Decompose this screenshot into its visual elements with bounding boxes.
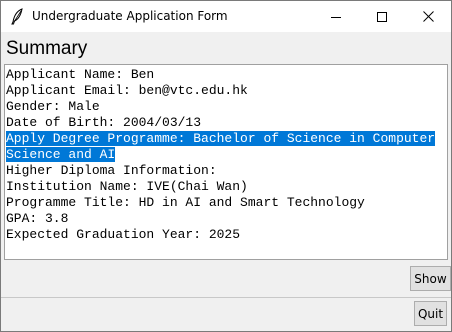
summary-line: Institution Name: IVE(Chai Wan) [6,179,248,194]
summary-line: Applicant Email: ben@vtc.edu.hk [6,83,248,98]
summary-lines: Applicant Name: Ben Applicant Email: ben… [6,67,446,243]
show-button[interactable]: Show [410,266,451,291]
application-window: Undergraduate Application Form Summary A… [0,0,452,332]
summary-line: Applicant Name: Ben [6,67,155,82]
summary-line: Gender: Male [6,99,100,114]
quit-button[interactable]: Quit [414,301,447,326]
summary-heading: Summary [6,38,88,59]
close-icon [422,11,434,22]
summary-line-selected: Science and AI [6,147,116,162]
divider [1,297,451,298]
summary-text-area[interactable]: Applicant Name: Ben Applicant Email: ben… [4,64,448,260]
feather-icon [10,8,24,25]
summary-line: GPA: 3.8 [6,211,69,226]
minimize-icon [331,12,341,22]
maximize-icon [377,11,387,22]
maximize-button[interactable] [359,1,405,32]
title-bar[interactable]: Undergraduate Application Form [1,1,451,32]
window-title: Undergraduate Application Form [32,9,228,23]
summary-line: Higher Diploma Information: [6,163,217,178]
close-button[interactable] [405,1,451,32]
summary-line: Programme Title: HD in AI and Smart Tech… [6,195,365,210]
summary-line: Date of Birth: 2004/03/13 [6,115,202,130]
summary-line: Expected Graduation Year: 2025 [6,227,241,242]
minimize-button[interactable] [313,1,359,32]
summary-line-selected: Apply Degree Programme: Bachelor of Scie… [6,131,436,146]
